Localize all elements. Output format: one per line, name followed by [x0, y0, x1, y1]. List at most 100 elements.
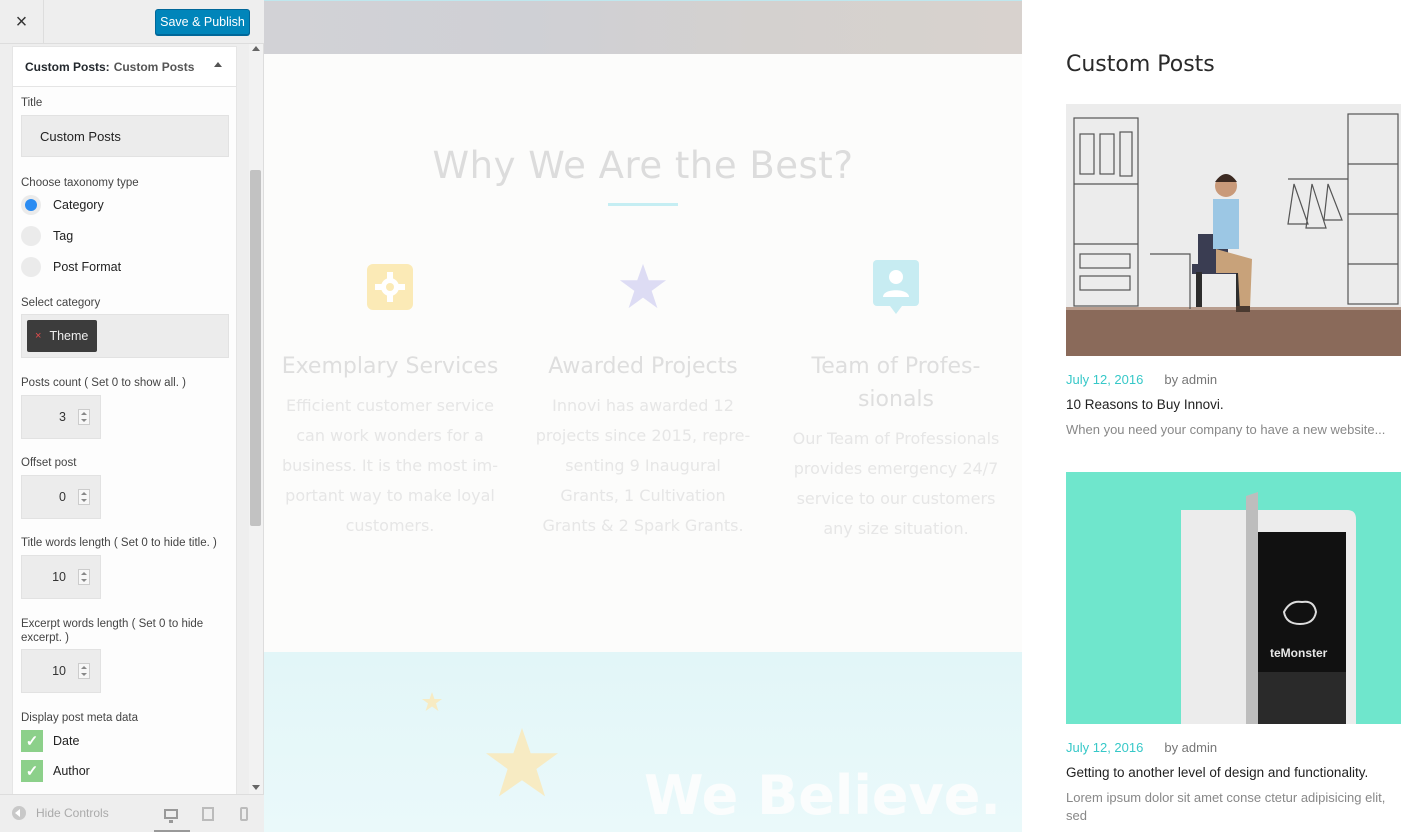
feature-title: Team of Profes-sionals	[811, 354, 981, 412]
checkmark-icon[interactable]: ✓	[21, 730, 43, 752]
widget-header-sub: Custom Posts	[113, 59, 195, 74]
preview-desktop-button[interactable]	[154, 805, 190, 832]
hide-controls-label: Hide Controls	[36, 806, 109, 820]
feature-text: Efficient customer service can work wond…	[281, 396, 499, 535]
spinner-arrows-icon[interactable]	[78, 409, 90, 425]
small-star-icon	[422, 692, 442, 711]
posts-count-input[interactable]: 3	[21, 395, 101, 439]
checkbox-author[interactable]: ✓ Author	[21, 760, 90, 782]
radio-category-label: Category	[53, 198, 104, 212]
believe-section: We Believe.	[264, 652, 1022, 832]
post-meta: July 12, 2016 by admin	[1066, 372, 1401, 387]
post-title-link[interactable]: 10 Reasons to Buy Innovi.	[1066, 397, 1401, 412]
offset-label: Offset post	[21, 457, 77, 469]
customizer-panel: × Save & Publish Custom Posts: Custom Po…	[0, 0, 264, 832]
post-date[interactable]: July 12, 2016	[1066, 372, 1143, 387]
post-meta: July 12, 2016 by admin	[1066, 740, 1401, 755]
close-customizer-button[interactable]: ×	[0, 0, 44, 44]
post-thumbnail[interactable]: teMonster	[1066, 472, 1401, 724]
category-label: Select category	[21, 297, 101, 309]
post-thumbnail[interactable]	[1066, 104, 1401, 356]
scroll-up-icon[interactable]	[252, 46, 260, 51]
checkbox-date-label: Date	[53, 734, 80, 748]
offset-value: 0	[59, 490, 66, 504]
feature-awarded-projects: Awarded Projects Innovi has awarded 12 p…	[528, 262, 758, 541]
sidebar-widget-area: Custom Posts July 12, 2016 by admin 10 R…	[1022, 0, 1419, 832]
feature-title: Exemplary Services	[281, 354, 499, 379]
excerpt-words-label: Excerpt words length ( Set 0 to hide exc…	[21, 618, 204, 644]
collapse-arrow-icon	[12, 806, 26, 820]
section-title: Why We Are the Best?	[432, 144, 854, 187]
post-item: teMonster July 12, 2016 by admin Getting…	[1066, 472, 1401, 825]
spinner-arrows-icon[interactable]	[78, 663, 90, 679]
title-words-input[interactable]: 10	[21, 555, 101, 599]
widget-header-label: Custom Posts:	[25, 59, 110, 74]
believe-heading: We Believe.	[644, 764, 1001, 827]
preview-tablet-button[interactable]	[199, 805, 217, 823]
preview-mobile-button[interactable]	[235, 805, 253, 823]
spinner-arrows-icon[interactable]	[78, 489, 90, 505]
category-chip-label: Theme	[49, 329, 89, 343]
scroll-down-icon[interactable]	[252, 785, 260, 790]
post-excerpt: Lorem ipsum dolor sit amet conse ctetur …	[1066, 790, 1386, 823]
save-publish-button[interactable]: Save & Publish	[155, 9, 250, 35]
desktop-icon	[164, 809, 178, 823]
checkmark-icon[interactable]: ✓	[21, 760, 43, 782]
post-author[interactable]: by admin	[1164, 372, 1217, 387]
excerpt-words-value: 10	[52, 664, 66, 678]
feature-text: Innovi has awarded 12 projects since 201…	[535, 396, 751, 535]
customizer-footer: Hide Controls	[0, 794, 264, 832]
checkbox-author-label: Author	[53, 764, 90, 778]
feature-text: Our Team of Professionals provides emerg…	[792, 429, 1000, 538]
collapse-caret-icon[interactable]	[214, 62, 222, 67]
user-icon	[871, 260, 921, 314]
radio-selected-icon[interactable]	[21, 195, 41, 215]
title-label: Title	[21, 97, 43, 109]
title-words-value: 10	[52, 570, 66, 584]
sidebar-widget-title: Custom Posts	[1066, 52, 1215, 77]
post-title-link[interactable]: Getting to another level of design and f…	[1066, 765, 1401, 780]
radio-tag-label: Tag	[53, 229, 74, 243]
large-star-icon	[486, 728, 558, 797]
excerpt-words-input[interactable]: 10	[21, 649, 101, 693]
mobile-icon	[240, 807, 248, 821]
spinner-arrows-icon[interactable]	[78, 569, 90, 585]
site-preview: Why We Are the Best? Exemplary Services …	[264, 0, 1022, 832]
title-input[interactable]: Custom Posts	[21, 115, 229, 157]
remove-chip-icon[interactable]: ×	[35, 330, 41, 342]
tablet-icon	[202, 807, 214, 821]
post-date[interactable]: July 12, 2016	[1066, 740, 1143, 755]
post-excerpt: When you need your company to have a new…	[1066, 422, 1386, 437]
meta-label: Display post meta data	[21, 712, 138, 724]
category-chip-theme: × Theme	[27, 320, 97, 352]
posts-count-value: 3	[59, 410, 66, 424]
radio-tag[interactable]: Tag	[21, 226, 73, 246]
customizer-header: × Save & Publish	[0, 0, 264, 44]
radio-unselected-icon[interactable]	[21, 257, 41, 277]
panel-scrollbar[interactable]	[249, 44, 263, 794]
posts-count-label: Posts count ( Set 0 to show all. )	[21, 377, 186, 389]
widget-header[interactable]: Custom Posts: Custom Posts	[13, 47, 236, 87]
checkbox-date[interactable]: ✓ Date	[21, 730, 79, 752]
title-underline	[608, 203, 678, 206]
feature-exemplary-services: Exemplary Services Efficient customer se…	[275, 262, 505, 541]
category-select[interactable]: × Theme	[21, 314, 229, 358]
widget-scroll-area[interactable]: Custom Posts: Custom Posts Title Custom …	[0, 44, 264, 794]
gear-icon	[365, 262, 415, 312]
radio-unselected-icon[interactable]	[21, 226, 41, 246]
hide-controls-button[interactable]: Hide Controls	[12, 806, 109, 820]
star-icon	[618, 262, 668, 312]
scrollbar-thumb[interactable]	[250, 170, 261, 526]
hero-image-strip	[264, 0, 1022, 54]
radio-post-format-label: Post Format	[53, 260, 122, 274]
radio-category[interactable]: Category	[21, 195, 104, 215]
post-author[interactable]: by admin	[1164, 740, 1217, 755]
post-item: July 12, 2016 by admin 10 Reasons to Buy…	[1066, 104, 1401, 439]
feature-title: Awarded Projects	[548, 354, 738, 379]
image-brand-text: teMonster	[1270, 646, 1328, 660]
custom-posts-widget: Custom Posts: Custom Posts Title Custom …	[12, 46, 237, 794]
offset-input[interactable]: 0	[21, 475, 101, 519]
title-words-label: Title words length ( Set 0 to hide title…	[21, 537, 217, 549]
radio-post-format[interactable]: Post Format	[21, 257, 121, 277]
taxonomy-label: Choose taxonomy type	[21, 177, 139, 189]
